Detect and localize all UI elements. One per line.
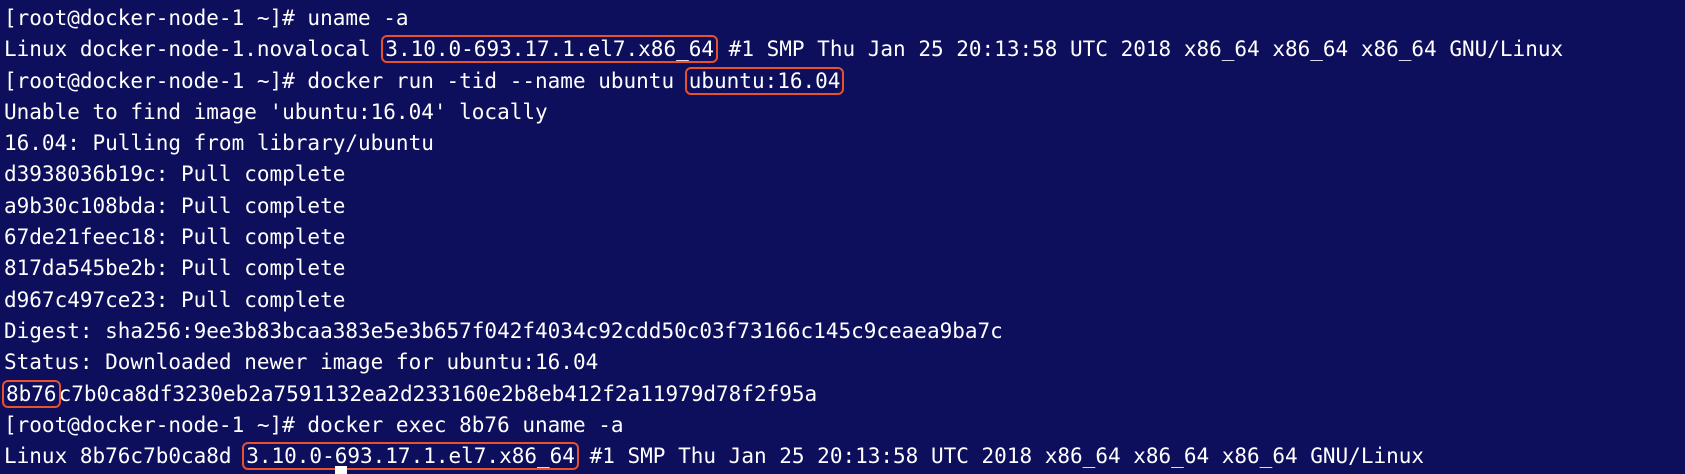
- line-text: c7b0ca8df3230eb2a7591132ea2d233160e2b8eb…: [58, 381, 818, 406]
- terminal-line: [root@docker-node-1 ~]# uname -a: [0, 3, 1685, 34]
- line-text: d3938036b19c: Pull complete: [4, 162, 346, 187]
- highlighted-image-tag: ubuntu:16.04: [684, 66, 845, 95]
- highlighted-kernel-version: 3.10.0-693.17.1.el7.x86_64: [242, 442, 579, 471]
- terminal-line: 16.04: Pulling from library/ubuntu: [0, 128, 1685, 159]
- line-text: [root@docker-node-1 ~]# uname -a: [4, 6, 409, 30]
- line-text: [root@docker-node-1 ~]# docker exec 8b76…: [4, 412, 624, 437]
- terminal-line: [root@docker-node-1 ~]# docker run -tid …: [0, 66, 1685, 97]
- terminal-line: [root@docker-node-1 ~]# docker exec 8b76…: [0, 410, 1685, 441]
- line-text: Linux docker-node-1.novalocal: [4, 37, 384, 62]
- terminal-window[interactable]: [root@docker-node-1 ~]# uname -a Linux d…: [0, 0, 1685, 474]
- terminal-line: Digest: sha256:9ee3b83bcaa383e5e3b657f04…: [0, 316, 1685, 347]
- line-text: [root@docker-node-1 ~]# docker run -tid …: [4, 68, 687, 93]
- line-text: 67de21feec18: Pull complete: [4, 225, 346, 250]
- terminal-line: Status: Downloaded newer image for ubunt…: [0, 347, 1685, 378]
- line-text: #1 SMP Thu Jan 25 20:13:58 UTC 2018 x86_…: [716, 37, 1564, 62]
- terminal-line: Unable to find image 'ubuntu:16.04' loca…: [0, 97, 1685, 128]
- terminal-line: Linux docker-node-1.novalocal 3.10.0-693…: [0, 34, 1685, 65]
- terminal-line: d3938036b19c: Pull complete: [0, 159, 1685, 190]
- terminal-line: Linux 8b76c7b0ca8d 3.10.0-693.17.1.el7.x…: [0, 441, 1685, 472]
- line-text: Digest: sha256:9ee3b83bcaa383e5e3b657f04…: [4, 318, 1003, 343]
- line-text: #1 SMP Thu Jan 25 20:13:58 UTC 2018 x86_…: [576, 444, 1425, 469]
- terminal-line: 817da545be2b: Pull complete: [0, 253, 1685, 284]
- highlighted-kernel-version: 3.10.0-693.17.1.el7.x86_64: [381, 35, 719, 64]
- line-text: a9b30c108bda: Pull complete: [4, 193, 346, 218]
- terminal-line: 67de21feec18: Pull complete: [0, 222, 1685, 253]
- line-text: d967c497ce23: Pull complete: [4, 287, 346, 312]
- line-text: Status: Downloaded newer image for ubunt…: [4, 350, 599, 375]
- terminal-line: 8b76c7b0ca8df3230eb2a7591132ea2d233160e2…: [0, 379, 1685, 410]
- line-text: 817da545be2b: Pull complete: [4, 256, 346, 281]
- terminal-line: a9b30c108bda: Pull complete: [0, 191, 1685, 222]
- line-text: Linux 8b76c7b0ca8d: [4, 444, 245, 469]
- highlighted-container-id-prefix: 8b76: [2, 379, 61, 408]
- terminal-cursor: [335, 466, 347, 474]
- line-text: 16.04: Pulling from library/ubuntu: [4, 131, 434, 156]
- terminal-line: d967c497ce23: Pull complete: [0, 285, 1685, 316]
- line-text: Unable to find image 'ubuntu:16.04' loca…: [4, 99, 548, 124]
